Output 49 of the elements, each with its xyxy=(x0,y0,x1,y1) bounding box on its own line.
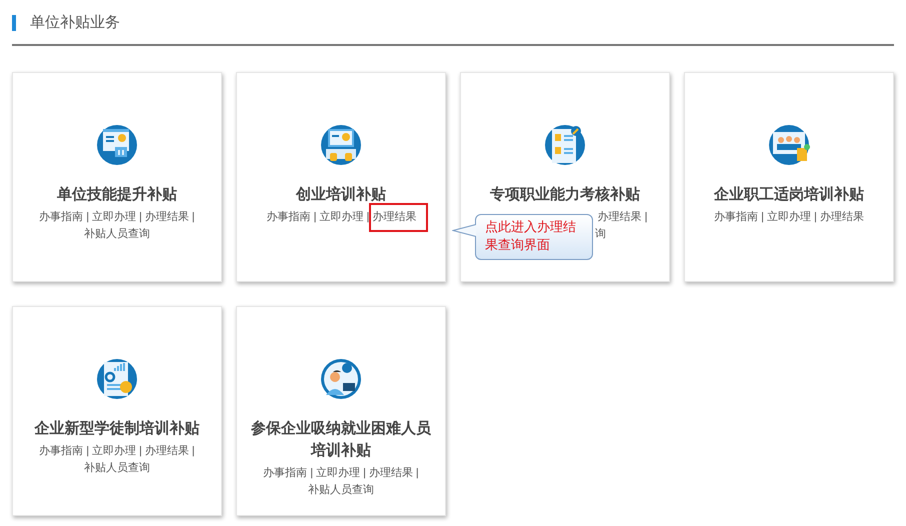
service-link[interactable]: 立即办理 xyxy=(767,209,811,226)
service-link[interactable]: 办理结果 xyxy=(144,209,189,226)
person-icon xyxy=(319,357,363,401)
link-separator: | xyxy=(192,444,195,459)
service-link[interactable]: 办事指南 xyxy=(39,209,84,226)
service-link[interactable]: 立即办理 xyxy=(92,443,136,460)
service-link[interactable]: 办事指南 xyxy=(714,209,758,226)
card-title: 企业新型学徒制培训补贴 xyxy=(34,419,200,439)
service-link[interactable]: 补贴人员查询 xyxy=(84,460,150,477)
link-separator: | xyxy=(139,444,142,459)
service-link[interactable]: 补贴人员查询 xyxy=(308,482,374,499)
laptop-hands-icon xyxy=(319,123,363,167)
service-link[interactable]: 办事指南 xyxy=(266,209,311,226)
link-separator: | xyxy=(416,466,419,481)
card-title: 企业职工适岗培训补贴 xyxy=(714,185,864,205)
card-title: 专项职业能力考核补贴 xyxy=(490,185,640,205)
service-link[interactable]: 办理结果 xyxy=(820,209,864,226)
link-separator: | xyxy=(192,210,195,225)
resume-document-icon xyxy=(543,123,587,167)
service-link[interactable]: 办理结果 xyxy=(369,203,428,232)
link-separator: | xyxy=(761,210,764,225)
callout-text: 点此进入办理结果查询界面 xyxy=(485,218,577,254)
service-link[interactable]: 办事指南 xyxy=(263,465,308,482)
link-separator: | xyxy=(363,466,366,481)
link-separator: | xyxy=(86,210,90,225)
card-title: 参保企业吸纳就业困难人员培训补贴 xyxy=(250,419,432,461)
service-link[interactable]: 办事指南 xyxy=(39,443,84,460)
video-meeting-icon xyxy=(767,123,811,167)
link-separator: | xyxy=(366,210,370,225)
title-accent-bar xyxy=(12,15,16,31)
link-separator: | xyxy=(310,466,314,481)
service-link[interactable]: 立即办理 xyxy=(92,209,136,226)
link-separator: | xyxy=(86,444,90,459)
card-title: 单位技能提升补贴 xyxy=(57,185,177,205)
service-link[interactable]: 立即办理 xyxy=(316,465,360,482)
chart-report-icon xyxy=(95,357,139,401)
service-link[interactable]: 办理结果 xyxy=(144,443,189,460)
service-link[interactable]: 补贴人员查询 xyxy=(84,226,150,243)
service-link[interactable]: 询 xyxy=(594,226,606,243)
card-title: 创业培训补贴 xyxy=(296,185,386,205)
link-separator: | xyxy=(814,210,817,225)
link-separator: | xyxy=(139,210,142,225)
service-link[interactable]: 办理结果 xyxy=(368,465,413,482)
service-link[interactable]: 立即办理 xyxy=(320,209,364,226)
service-link[interactable]: 办理结果 xyxy=(598,209,642,226)
link-separator: | xyxy=(314,210,316,225)
presentation-board-icon xyxy=(95,123,139,167)
link-separator: | xyxy=(644,210,648,225)
section-title: 单位补贴业务 xyxy=(30,12,120,33)
